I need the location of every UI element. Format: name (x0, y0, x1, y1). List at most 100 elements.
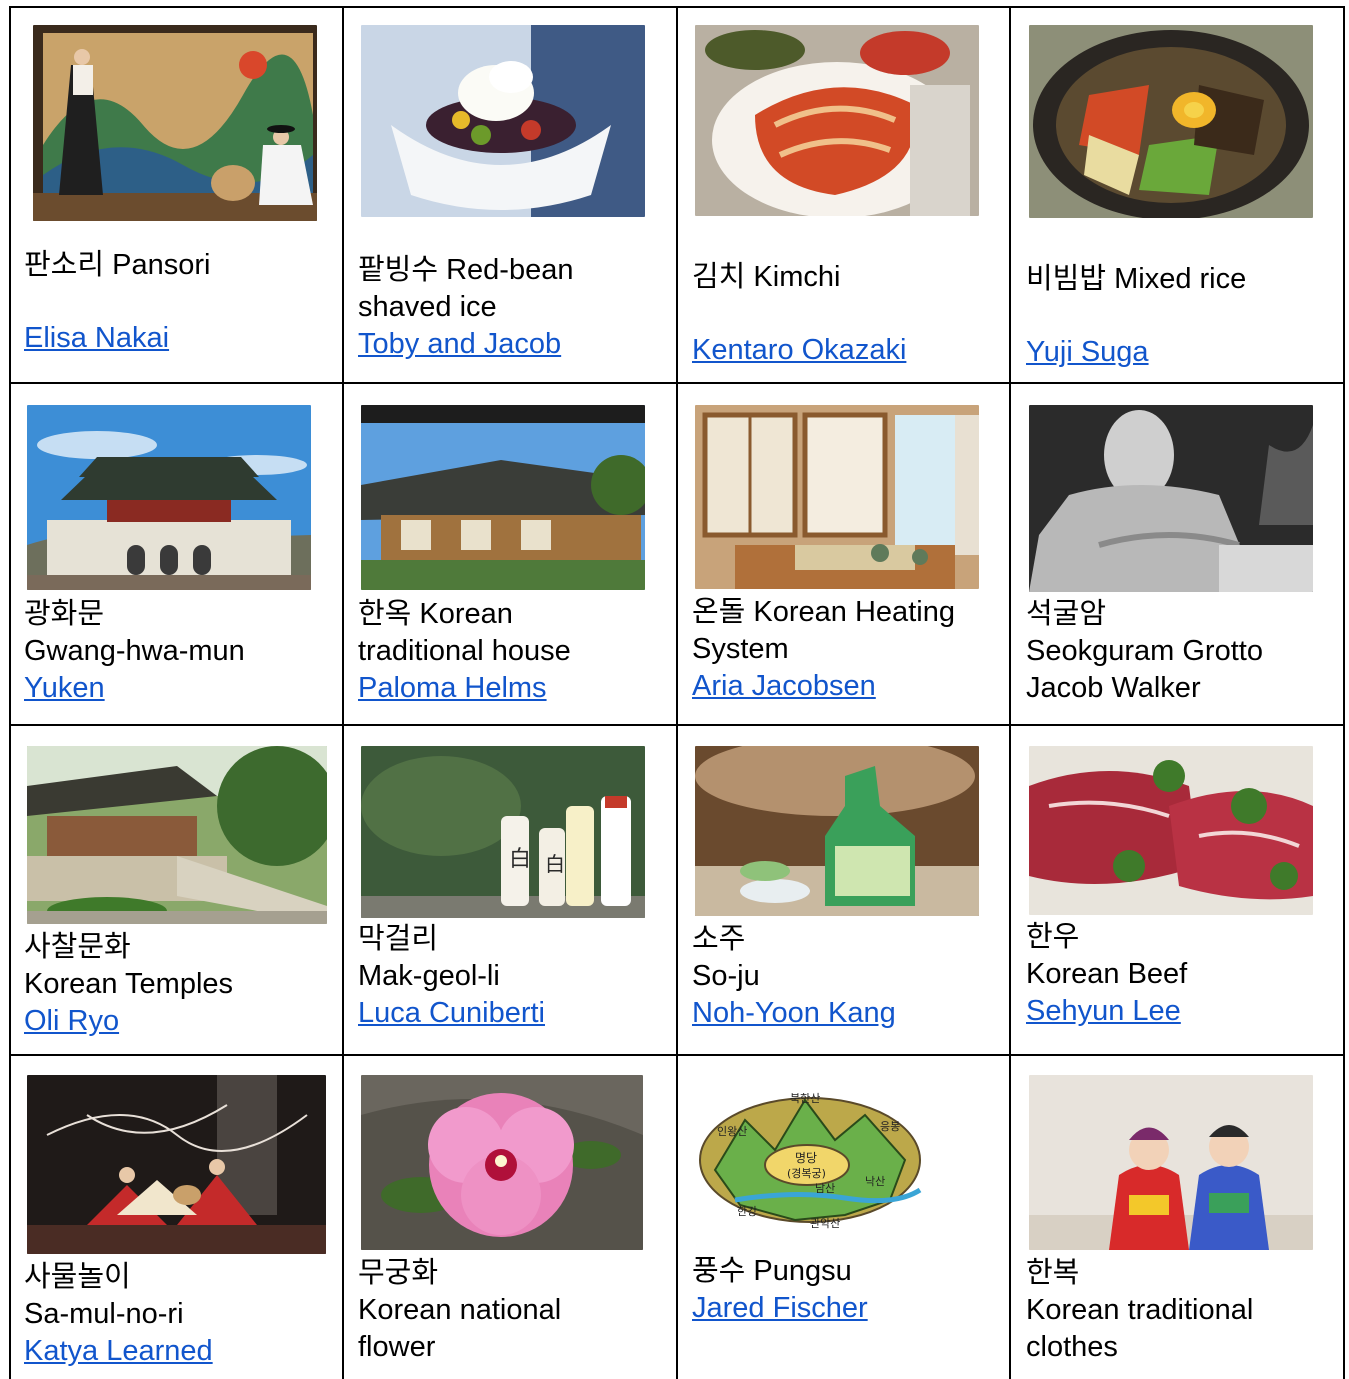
caption-line: 김치 Kimchi (692, 261, 841, 293)
hanwoo-beef-photo (1029, 746, 1313, 915)
cell-caption: 풍수 Pungsu Jared Fischer (692, 1253, 1002, 1327)
caption-line: 소주 (692, 923, 746, 955)
credit-line: Sehyun Lee (1026, 993, 1336, 1030)
photo-credit-link[interactable]: Yuken (24, 672, 105, 704)
cell-caption: 소주 So-ju Noh-Yoon Kang (692, 921, 1002, 1032)
table-border (9, 724, 1345, 726)
caption-line: 광화문 (24, 598, 105, 630)
caption-line: traditional house (358, 635, 571, 667)
caption-line: flower (358, 1331, 436, 1363)
svg-text:낙산: 낙산 (865, 1175, 885, 1188)
caption-line: Mak-geol-li (358, 960, 500, 992)
cell-caption: 온돌 Korean Heating System Aria Jacobsen (692, 594, 1002, 705)
patbingsu-dessert-photo (361, 25, 645, 217)
caption-line: Korean Temples (24, 968, 234, 1000)
caption-line: 온돌 Korean Heating (692, 596, 955, 628)
svg-text:북한산: 북한산 (790, 1092, 820, 1105)
pansori-performance-photo (33, 25, 317, 221)
photo-credit-link[interactable]: Sehyun Lee (1026, 995, 1181, 1027)
photo-credit-link[interactable]: Paloma Helms (358, 672, 547, 704)
cell-caption: 한복 Korean traditional clothes (1026, 1255, 1336, 1366)
photo-credit-link[interactable]: Aria Jacobsen (692, 670, 876, 702)
credit-line: Yuji Suga (1026, 334, 1336, 371)
cell-caption: 막걸리 Mak-geol-li Luca Cuniberti (358, 921, 668, 1032)
table-border (1343, 6, 1345, 1379)
photo-credit-link[interactable]: Noh-Yoon Kang (692, 997, 896, 1029)
caption-line: 풍수 Pungsu (692, 1255, 852, 1287)
credit-line: Elisa Nakai (24, 320, 334, 357)
soju-bottle-photo (695, 746, 979, 916)
caption-line: 판소리 Pansori (24, 249, 211, 281)
caption-line: 무궁화 (358, 1257, 439, 1289)
credit-line: Yuken (24, 670, 334, 707)
photo-credit: Jacob Walker (1026, 672, 1201, 704)
cell-caption: 한우 Korean Beef Sehyun Lee (1026, 919, 1336, 1030)
table-border (9, 6, 11, 1379)
svg-text:관악산: 관악산 (810, 1217, 840, 1230)
photo-credit-link[interactable]: Yuji Suga (1026, 336, 1149, 368)
mugunghwa-flower-photo (361, 1075, 643, 1250)
credit-line: Jacob Walker (1026, 670, 1336, 707)
cell-caption: 무궁화 Korean national flower (358, 1255, 668, 1366)
table-border (676, 6, 678, 1379)
korean-temple-photo (27, 746, 327, 924)
svg-text:응봉: 응봉 (880, 1120, 900, 1133)
caption-line: Gwang-hwa-mun (24, 635, 245, 667)
pungsu-map-drawing: 북한산 인왕산 명당 (경복궁) 낙산 남산 한강 관악산 응봉 (695, 1080, 925, 1230)
table-border (9, 1054, 1345, 1056)
caption-line: 비빔밥 Mixed rice (1026, 263, 1247, 295)
photo-credit-link[interactable]: Kentaro Okazaki (692, 334, 906, 366)
svg-text:(경복궁): (경복궁) (787, 1167, 826, 1180)
credit-line: Luca Cuniberti (358, 995, 668, 1032)
caption-line: 팥빙수 Red-bean (358, 254, 574, 286)
credit-line: Noh-Yoon Kang (692, 995, 1002, 1032)
photo-credit-link[interactable]: Elisa Nakai (24, 322, 169, 354)
caption-line: Korean Beef (1026, 958, 1188, 990)
svg-text:명당: 명당 (795, 1151, 817, 1165)
cell-caption: 한옥 Korean traditional house Paloma Helms (358, 596, 668, 707)
svg-text:남산: 남산 (815, 1182, 835, 1195)
caption-line: Seokguram Grotto (1026, 635, 1263, 667)
caption-line: 한옥 Korean (358, 598, 513, 630)
caption-line: Korean traditional (1026, 1294, 1254, 1326)
caption-line: Korean national (358, 1294, 562, 1326)
cell-caption: 김치 Kimchi Kentaro Okazaki (692, 259, 1002, 369)
caption-line: 사물놀이 (24, 1261, 131, 1293)
cell-caption: 팥빙수 Red-bean shaved ice Toby and Jacob (358, 252, 668, 363)
photo-credit-link[interactable]: Oli Ryo (24, 1005, 119, 1037)
svg-text:白: 白 (545, 852, 565, 876)
photo-credit-link[interactable]: Jared Fischer (692, 1292, 868, 1324)
caption-line: shaved ice (358, 291, 497, 323)
caption-line: 석굴암 (1026, 598, 1107, 630)
photo-credit-link[interactable]: Katya Learned (24, 1335, 213, 1367)
credit-line: Oli Ryo (24, 1003, 334, 1040)
credit-line: Jared Fischer (692, 1290, 1002, 1327)
cell-caption: 사물놀이 Sa-mul-no-ri Katya Learned (24, 1259, 334, 1370)
cell-caption: 석굴암 Seokguram Grotto Jacob Walker (1026, 596, 1336, 707)
cell-caption: 비빔밥 Mixed rice Yuji Suga (1026, 261, 1336, 371)
gwanghwamun-gate-photo (27, 405, 311, 590)
caption-line: 막걸리 (358, 923, 439, 955)
svg-text:인왕산: 인왕산 (717, 1125, 747, 1138)
cell-caption: 광화문 Gwang-hwa-mun Yuken (24, 596, 334, 707)
caption-line: clothes (1026, 1331, 1118, 1363)
hanok-house-photo (361, 405, 645, 590)
credit-line: Toby and Jacob (358, 326, 668, 363)
table-border (342, 6, 344, 1379)
bibimbap-bowl-photo (1029, 25, 1313, 218)
caption-line: System (692, 633, 789, 665)
samulnori-dancers-photo (27, 1075, 326, 1254)
table-border (9, 6, 1345, 8)
makgeolli-bottles-photo: 白 白 (361, 746, 645, 918)
photo-credit-link[interactable]: Luca Cuniberti (358, 997, 545, 1029)
table-border (1009, 6, 1011, 1379)
hanbok-babies-photo (1029, 1075, 1313, 1250)
caption-line: So-ju (692, 960, 760, 992)
photo-credit-link[interactable]: Toby and Jacob (358, 328, 561, 360)
credit-line: Katya Learned (24, 1333, 334, 1370)
cell-caption: 판소리 Pansori Elisa Nakai (24, 247, 334, 357)
credit-line: Paloma Helms (358, 670, 668, 707)
ondol-room-photo (695, 405, 979, 589)
svg-text:白: 白 (509, 847, 531, 872)
credit-line: Aria Jacobsen (692, 668, 1002, 705)
